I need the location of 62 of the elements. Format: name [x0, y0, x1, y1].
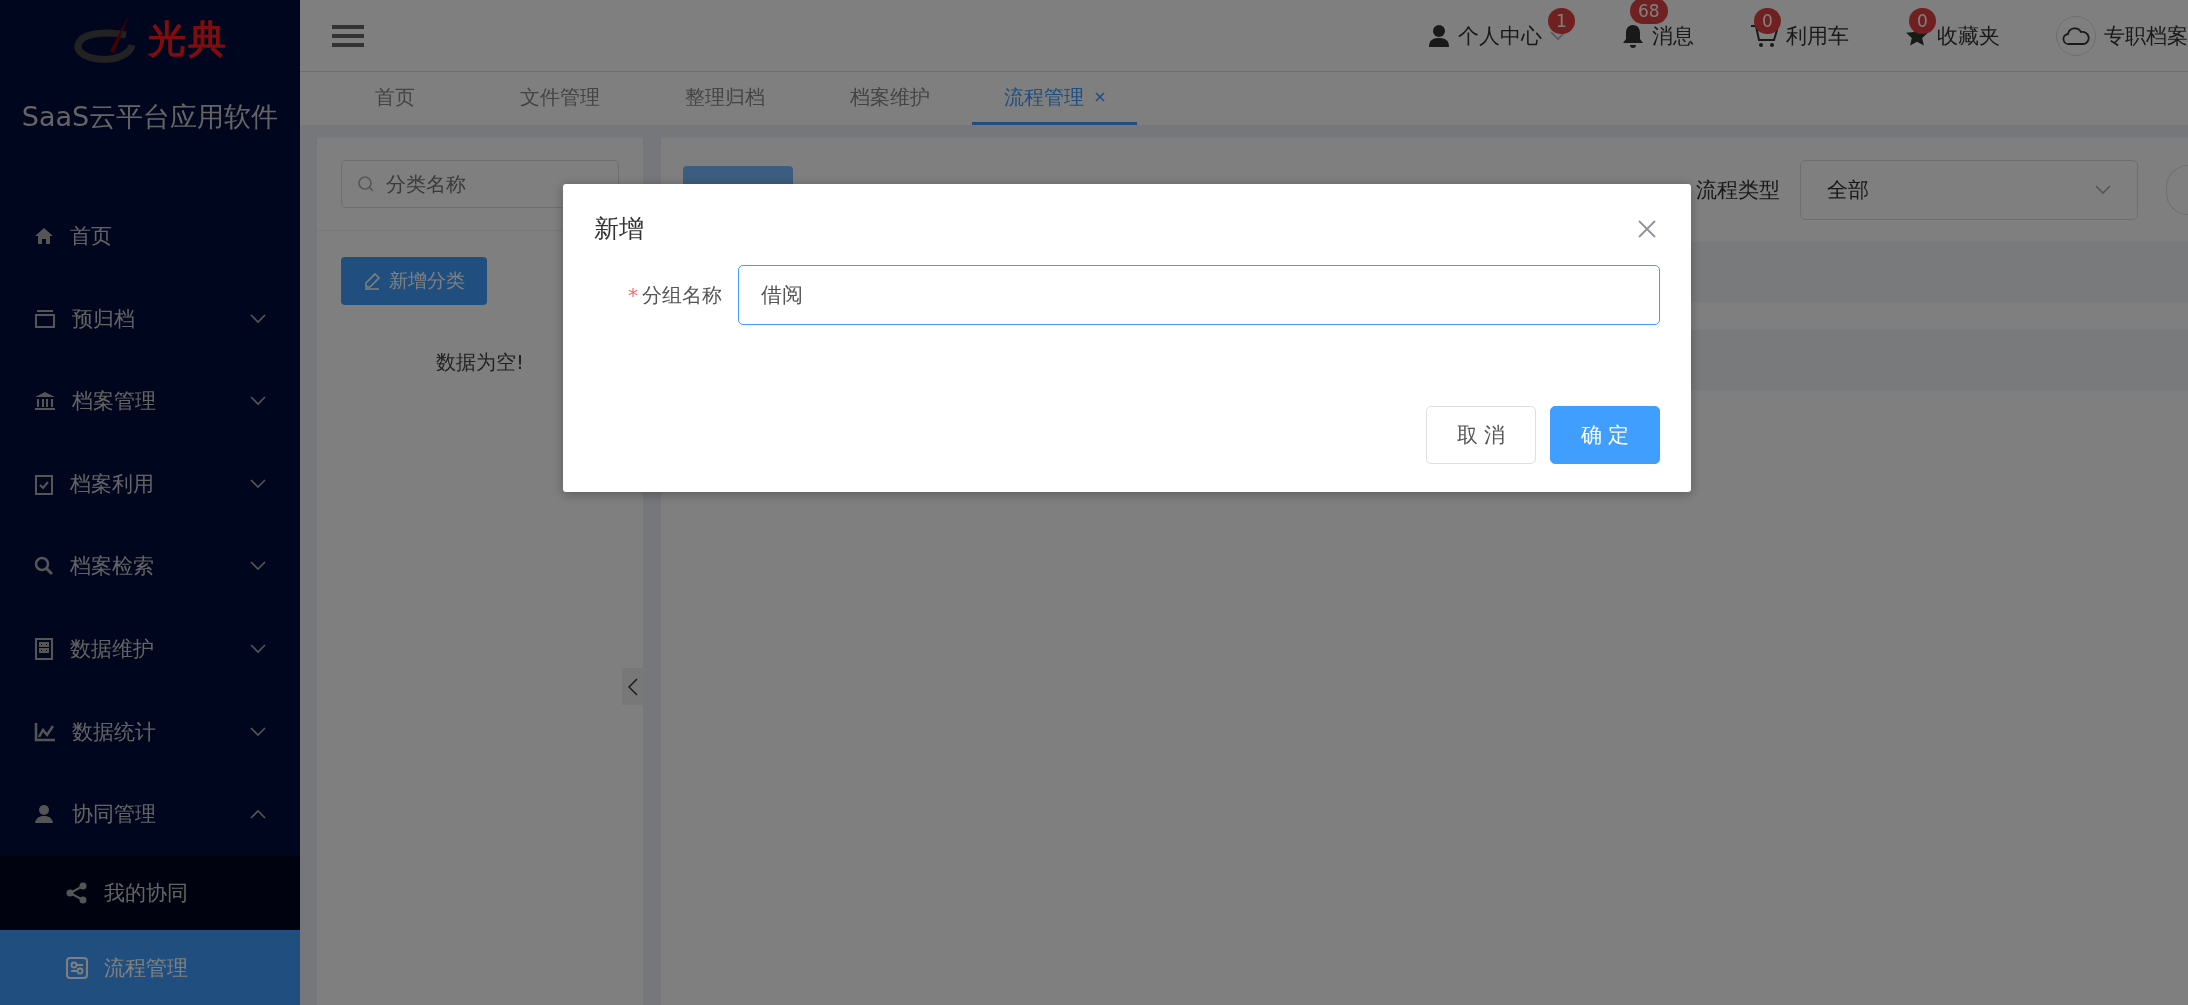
- sliders-icon: [66, 956, 88, 979]
- app-title: SaaS云平台应用软件: [20, 99, 280, 134]
- menu-button[interactable]: [332, 23, 364, 48]
- chevron-down-icon: [250, 644, 266, 654]
- add-category-button[interactable]: 新增分类: [341, 257, 487, 305]
- count-badge: 0: [1754, 7, 1781, 34]
- line-chart-icon: [34, 721, 56, 742]
- header-link[interactable]: 利用车: [1786, 21, 1849, 50]
- account-name[interactable]: 专职档案: [2104, 21, 2188, 50]
- chevron-down-icon: [250, 313, 266, 324]
- required-mark: *: [628, 282, 638, 307]
- dialog-title: 新增: [594, 213, 644, 245]
- home-icon: [34, 226, 54, 245]
- sidebar-item[interactable]: 预归档: [0, 277, 300, 360]
- pencil-icon: [363, 272, 381, 290]
- sidebar-subitem[interactable]: 我的协同: [0, 855, 300, 931]
- bell-icon: [1622, 22, 1644, 49]
- type-select[interactable]: 全部: [1800, 160, 2138, 220]
- sidebar-item[interactable]: 档案利用: [0, 442, 300, 526]
- building-icon: [34, 638, 54, 660]
- filter-label: 流程类型: [1696, 177, 1780, 204]
- collapse-handle[interactable]: [622, 668, 644, 705]
- sidebar-item[interactable]: 档案检索: [0, 525, 300, 608]
- header-link[interactable]: 收藏夹: [1937, 21, 2000, 50]
- users-icon: [34, 804, 56, 825]
- confirm-button[interactable]: 确 定: [1550, 406, 1660, 464]
- chevron-down-icon: [2095, 185, 2111, 195]
- field-label: * 分组名称: [627, 281, 722, 309]
- chevron-down-icon: [250, 561, 266, 572]
- chevron-down-icon: [250, 478, 266, 489]
- bank-icon: [34, 391, 56, 412]
- page-tab[interactable]: 首页: [312, 72, 477, 125]
- sidebar-item[interactable]: 首页: [0, 194, 300, 278]
- sidebar-subitem[interactable]: 流程管理: [0, 930, 300, 1005]
- chevron-left-icon: [628, 677, 638, 696]
- search-icon: [34, 556, 54, 577]
- sidebar-item[interactable]: 协同管理: [0, 772, 300, 856]
- header-link[interactable]: 个人中心: [1458, 21, 1542, 50]
- page-tab[interactable]: 整理归档: [642, 72, 807, 125]
- search-icon: [357, 175, 375, 193]
- cancel-button[interactable]: 取 消: [1426, 406, 1536, 464]
- count-badge: 1: [1548, 7, 1575, 34]
- sidebar-item[interactable]: 数据维护: [0, 607, 300, 691]
- header-link[interactable]: 消息: [1652, 21, 1694, 50]
- cloud-icon: [2062, 26, 2090, 45]
- chevron-down-icon: [250, 396, 266, 407]
- page-tab[interactable]: 文件管理: [477, 72, 642, 125]
- group-name-field[interactable]: 借阅: [738, 265, 1660, 325]
- chevron-up-icon: [250, 809, 266, 820]
- tray-icon: [34, 309, 56, 328]
- empty-message: 数据为空!: [435, 349, 525, 376]
- chevron-down-icon: [250, 726, 266, 737]
- count-badge: 68: [1630, 0, 1668, 24]
- sidebar-item[interactable]: 数据统计: [0, 690, 300, 773]
- count-badge: 0: [1909, 7, 1936, 34]
- logo-text: 光典: [148, 15, 228, 63]
- share-icon: [66, 881, 88, 904]
- chevron-down-icon: [1550, 30, 1566, 41]
- clipboard-check-icon: [34, 472, 54, 495]
- user-icon: [1428, 23, 1450, 48]
- sidebar-item[interactable]: 档案管理: [0, 359, 300, 443]
- page-tab[interactable]: 档案维护: [807, 72, 972, 125]
